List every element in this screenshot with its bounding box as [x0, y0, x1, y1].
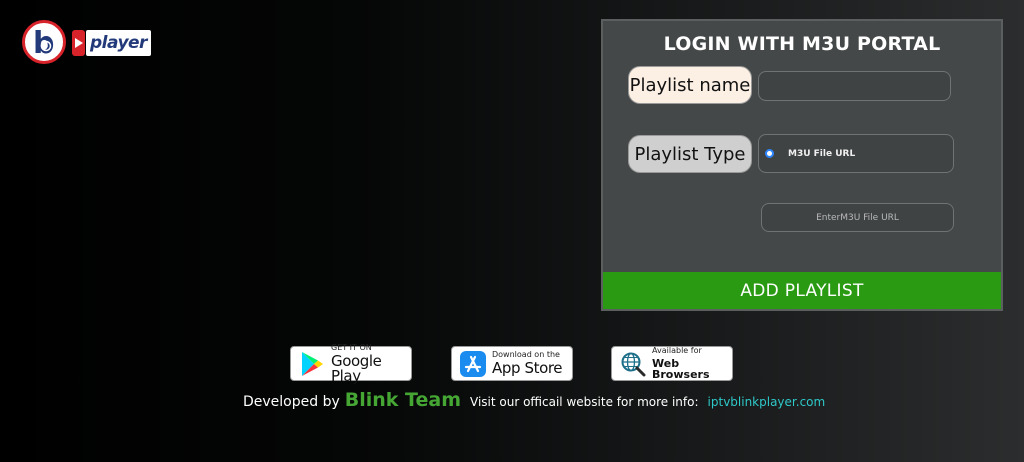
logo-play-icon [72, 30, 85, 56]
globe-search-icon [620, 351, 646, 377]
visit-website-text: Visit our officail website for more info… [470, 395, 699, 409]
web-browsers-badge[interactable]: Available for Web Browsers [611, 346, 733, 381]
login-panel: LOGIN WITH M3U PORTAL Playlist name Play… [601, 19, 1003, 311]
playlist-name-label: Playlist name [628, 66, 752, 104]
web-badge-big-text: Web Browsers [652, 357, 710, 381]
m3u-radio-button[interactable] [765, 149, 774, 158]
playlist-type-selector[interactable]: M3U File URL [758, 134, 954, 173]
m3u-url-input[interactable] [761, 203, 954, 232]
developed-by-text: Developed by [243, 394, 340, 410]
add-playlist-button[interactable]: ADD PLAYLIST [603, 272, 1001, 309]
google-badge-small-text: GET IT ON [331, 342, 372, 352]
apple-badge-small-text: Download on the [492, 350, 560, 359]
logo-text: player [86, 30, 151, 56]
google-play-icon [299, 351, 325, 377]
m3u-radio-label: M3U File URL [788, 148, 856, 159]
apple-badge-big-text: App Store [492, 359, 563, 377]
google-badge-big-text: Google Play [331, 351, 382, 385]
login-title: LOGIN WITH M3U PORTAL [663, 33, 941, 55]
footer: Developed by Blink Team Visit our offica… [243, 389, 825, 413]
app-store-icon [460, 350, 486, 377]
app-logo: b player [22, 20, 151, 70]
logo-b-icon: b [22, 20, 66, 64]
app-store-badge[interactable]: Download on the App Store [451, 346, 573, 381]
website-link[interactable]: iptvblinkplayer.com [708, 395, 826, 409]
playlist-type-label: Playlist Type [628, 135, 752, 173]
google-play-badge[interactable]: GET IT ON Google Play [290, 342, 412, 385]
web-badge-small-text: Available for [652, 346, 702, 355]
playlist-name-input[interactable] [758, 71, 951, 101]
team-name: Blink Team [344, 389, 461, 411]
